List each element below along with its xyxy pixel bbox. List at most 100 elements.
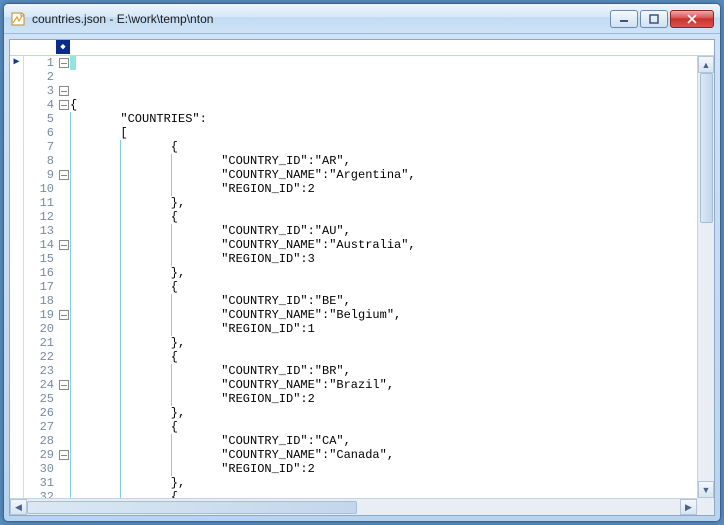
code-line[interactable]: }, xyxy=(70,196,697,210)
line-number: 24 xyxy=(24,378,54,392)
line-number: 3 xyxy=(24,84,54,98)
code-line[interactable]: { xyxy=(70,420,697,434)
vertical-scrollbar[interactable]: ▲ ▼ xyxy=(697,56,714,498)
editor-frame: ◆ -+----1----+----2----+----3----+----4-… xyxy=(9,39,715,516)
line-number: 31 xyxy=(24,476,54,490)
fold-spacer xyxy=(58,350,70,364)
fold-spacer xyxy=(58,196,70,210)
fold-spacer xyxy=(58,392,70,406)
line-number-gutter[interactable]: 1234567891011121314151617181920212223242… xyxy=(24,56,58,498)
fold-spacer xyxy=(58,420,70,434)
line-number: 5 xyxy=(24,112,54,126)
line-number: 8 xyxy=(24,154,54,168)
window-buttons xyxy=(610,10,714,28)
scroll-left-button[interactable]: ◀ xyxy=(10,499,27,515)
line-number: 9 xyxy=(24,168,54,182)
fold-spacer xyxy=(58,406,70,420)
fold-spacer xyxy=(58,280,70,294)
code-line[interactable]: "COUNTRY_ID":"AU", xyxy=(70,224,697,238)
line-number: 10 xyxy=(24,182,54,196)
code-line[interactable]: "COUNTRIES": xyxy=(70,112,697,126)
scroll-right-button[interactable]: ▶ xyxy=(680,499,697,515)
code-line[interactable]: "COUNTRY_ID":"BR", xyxy=(70,364,697,378)
line-number: 13 xyxy=(24,224,54,238)
code-line[interactable]: "COUNTRY_ID":"CA", xyxy=(70,434,697,448)
code-line[interactable]: "REGION_ID":1 xyxy=(70,322,697,336)
line-number: 18 xyxy=(24,294,54,308)
fold-spacer xyxy=(58,140,70,154)
maximize-button[interactable] xyxy=(640,10,668,28)
line-number: 20 xyxy=(24,322,54,336)
fold-spacer xyxy=(58,364,70,378)
hscroll-track[interactable] xyxy=(27,499,680,515)
app-icon xyxy=(10,11,26,27)
code-line[interactable]: "REGION_ID":2 xyxy=(70,462,697,476)
line-number: 21 xyxy=(24,336,54,350)
vscroll-thumb[interactable] xyxy=(700,73,713,223)
code-line[interactable]: }, xyxy=(70,476,697,490)
line-number: 6 xyxy=(24,126,54,140)
line-number: 11 xyxy=(24,196,54,210)
line-number: 30 xyxy=(24,462,54,476)
minimize-button[interactable] xyxy=(610,10,638,28)
fold-spacer xyxy=(58,252,70,266)
fold-spacer xyxy=(58,126,70,140)
line-number: 32 xyxy=(24,490,54,498)
fold-toggle-icon[interactable] xyxy=(58,238,70,252)
fold-spacer xyxy=(58,154,70,168)
fold-toggle-icon[interactable] xyxy=(58,84,70,98)
current-line-arrow-icon: ▶ xyxy=(10,56,23,70)
line-number: 15 xyxy=(24,252,54,266)
fold-toggle-icon[interactable] xyxy=(58,378,70,392)
fold-margin[interactable] xyxy=(58,56,70,498)
fold-toggle-icon[interactable] xyxy=(58,308,70,322)
code-line[interactable]: "REGION_ID":2 xyxy=(70,392,697,406)
code-line[interactable]: "REGION_ID":3 xyxy=(70,252,697,266)
code-line[interactable]: { xyxy=(70,350,697,364)
horizontal-scrollbar[interactable]: ◀ ▶ xyxy=(10,498,697,515)
fold-toggle-icon[interactable] xyxy=(58,56,70,70)
fold-toggle-icon[interactable] xyxy=(58,448,70,462)
vscroll-track[interactable] xyxy=(698,73,714,481)
line-number: 12 xyxy=(24,210,54,224)
code-line[interactable]: [ xyxy=(70,126,697,140)
code-line[interactable]: "COUNTRY_NAME":"Australia", xyxy=(70,238,697,252)
scroll-up-button[interactable]: ▲ xyxy=(698,56,714,73)
code-line[interactable]: "COUNTRY_ID":"BE", xyxy=(70,294,697,308)
code-line[interactable]: { xyxy=(70,490,697,498)
code-line[interactable]: "COUNTRY_ID":"AR", xyxy=(70,154,697,168)
code-line[interactable]: "COUNTRY_NAME":"Belgium", xyxy=(70,308,697,322)
code-line[interactable]: }, xyxy=(70,336,697,350)
code-line[interactable]: }, xyxy=(70,266,697,280)
titlebar[interactable]: countries.json - E:\work\temp\nton xyxy=(4,4,720,34)
close-button[interactable] xyxy=(670,10,714,28)
code-line[interactable]: { xyxy=(70,210,697,224)
fold-spacer xyxy=(58,322,70,336)
code-line[interactable]: "COUNTRY_NAME":"Brazil", xyxy=(70,378,697,392)
line-number: 25 xyxy=(24,392,54,406)
code-line[interactable]: }, xyxy=(70,406,697,420)
line-number: 28 xyxy=(24,434,54,448)
line-number: 23 xyxy=(24,364,54,378)
code-line[interactable]: "REGION_ID":2 xyxy=(70,182,697,196)
ruler-origin-icon: ◆ xyxy=(56,40,70,54)
code-line[interactable]: { xyxy=(70,280,697,294)
fold-toggle-icon[interactable] xyxy=(58,98,70,112)
code-editor[interactable]: {"COUNTRIES":[{"COUNTRY_ID":"AR","COUNTR… xyxy=(70,56,697,498)
line-number: 26 xyxy=(24,406,54,420)
fold-spacer xyxy=(58,462,70,476)
code-line[interactable]: "COUNTRY_NAME":"Argentina", xyxy=(70,168,697,182)
bookmark-margin[interactable]: ▶ xyxy=(10,56,24,498)
window-title: countries.json - E:\work\temp\nton xyxy=(32,12,610,26)
code-line[interactable]: "COUNTRY_NAME":"Canada", xyxy=(70,448,697,462)
code-line[interactable]: { xyxy=(70,140,697,154)
line-number: 22 xyxy=(24,350,54,364)
fold-spacer xyxy=(58,224,70,238)
fold-toggle-icon[interactable] xyxy=(58,168,70,182)
code-line[interactable]: { xyxy=(70,98,697,112)
fold-spacer xyxy=(58,336,70,350)
hscroll-thumb[interactable] xyxy=(27,501,357,514)
scroll-down-button[interactable]: ▼ xyxy=(698,481,714,498)
line-number: 29 xyxy=(24,448,54,462)
fold-spacer xyxy=(58,434,70,448)
